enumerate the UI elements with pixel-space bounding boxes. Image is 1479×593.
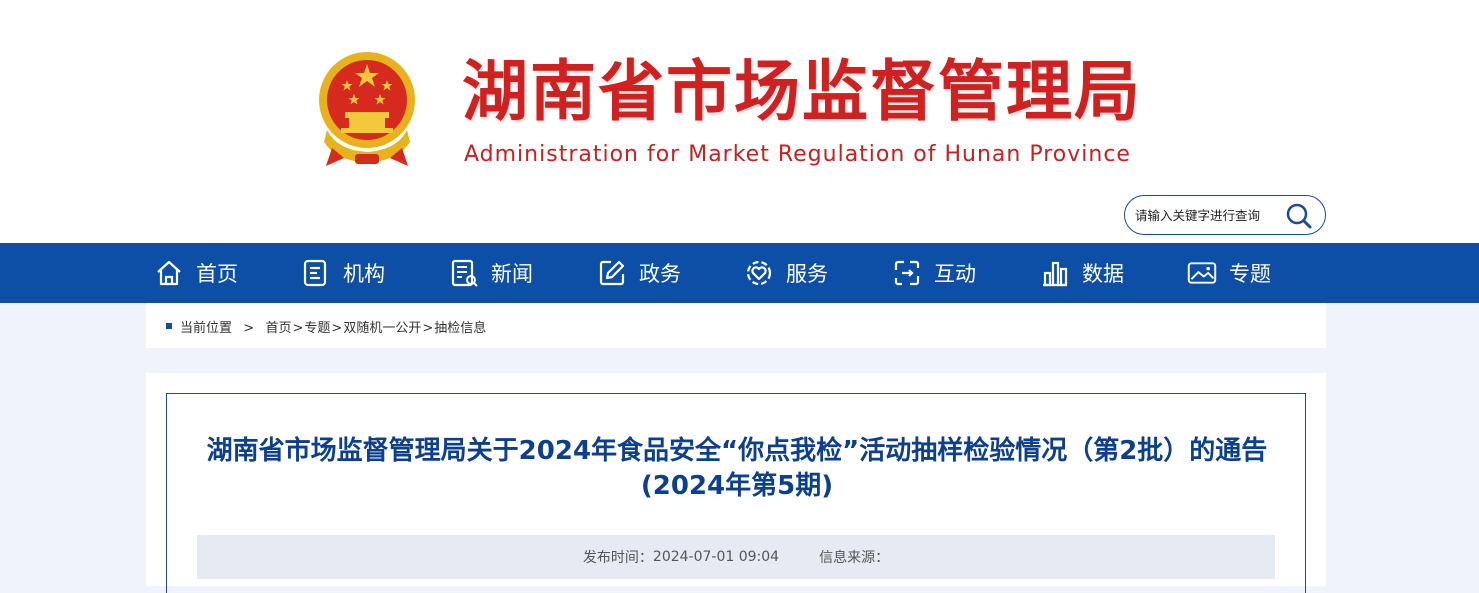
breadcrumb: 当前位置 > 首页>专题>双随机一公开>抽检信息 (146, 303, 1326, 348)
nav-item-home[interactable]: 首页 (154, 243, 238, 303)
nav-label: 数据 (1082, 262, 1124, 286)
nav-label: 新闻 (491, 262, 533, 286)
main-nav: 首页 机构 新闻 政务 服务 互动 数据 专题 (0, 243, 1479, 303)
nav-label: 专题 (1229, 262, 1271, 286)
publish-label: 发布时间： (582, 550, 653, 566)
interaction-icon (894, 260, 920, 286)
breadcrumb-link-inspection[interactable]: 抽检信息 (434, 321, 486, 336)
publish-time: 2024-07-01 09:04 (652, 549, 780, 565)
nav-label: 服务 (786, 262, 828, 286)
article-title: 湖南省市场监督管理局关于2024年食品安全“你点我检”活动抽样检验情况（第2批）… (187, 434, 1287, 504)
article-meta: 发布时间： 2024-07-01 09:04 信息来源： (197, 535, 1275, 579)
breadcrumb-separator: > (331, 321, 343, 336)
nav-label: 机构 (343, 262, 385, 286)
breadcrumb-trail: 当前位置 > 首页>专题>双随机一公开>抽检信息 (180, 317, 486, 336)
breadcrumb-separator: > (292, 321, 304, 336)
content-area: 湖南省市场监督管理局关于2024年食品安全“你点我检”活动抽样检验情况（第2批）… (146, 373, 1326, 593)
nav-item-news[interactable]: 新闻 (449, 243, 533, 303)
nav-item-topics[interactable]: 专题 (1187, 243, 1271, 303)
search-box (1124, 195, 1326, 235)
organization-icon (303, 259, 327, 287)
image-icon (1187, 262, 1217, 284)
breadcrumb-link-topics[interactable]: 专题 (304, 321, 330, 336)
breadcrumb-separator: > (422, 321, 434, 336)
breadcrumb-link-home[interactable]: 首页 (265, 321, 291, 336)
national-emblem-icon (319, 52, 415, 166)
article-frame: 湖南省市场监督管理局关于2024年食品安全“你点我检”活动抽样检验情况（第2批）… (166, 393, 1306, 593)
site-header: 湖南省市场监督管理局 Administration for Market Reg… (0, 0, 1479, 243)
service-icon (746, 260, 772, 286)
edit-icon (599, 260, 625, 286)
nav-label: 首页 (196, 262, 238, 286)
nav-item-service[interactable]: 服务 (744, 243, 828, 303)
search-input[interactable] (1135, 205, 1285, 225)
nav-item-government[interactable]: 政务 (597, 243, 681, 303)
article-title-line1: 湖南省市场监督管理局关于2024年食品安全“你点我检”活动抽样检验情况（第2批）… (206, 436, 1268, 466)
breadcrumb-separator: > (243, 321, 255, 336)
site-title-cn: 湖南省市场监督管理局 (462, 53, 1142, 130)
nav-item-organization[interactable]: 机构 (301, 243, 385, 303)
site-title-en: Administration for Market Regulation of … (464, 142, 1131, 167)
data-chart-icon (1043, 261, 1068, 287)
source-label: 信息来源： (819, 550, 890, 566)
breadcrumb-link-double-random[interactable]: 双随机一公开 (343, 321, 421, 336)
breadcrumb-marker (166, 323, 172, 329)
breadcrumb-separator (256, 321, 260, 336)
breadcrumb-separator (237, 321, 241, 336)
nav-label: 互动 (934, 262, 976, 286)
nav-item-data[interactable]: 数据 (1040, 243, 1124, 303)
news-icon (451, 259, 478, 287)
search-icon[interactable] (1285, 202, 1313, 230)
nav-label: 政务 (639, 262, 681, 286)
nav-item-interaction[interactable]: 互动 (892, 243, 976, 303)
breadcrumb-prefix: 当前位置 (180, 321, 233, 336)
article-title-line2: (2024年第5期) (640, 471, 834, 501)
home-icon (157, 260, 181, 286)
